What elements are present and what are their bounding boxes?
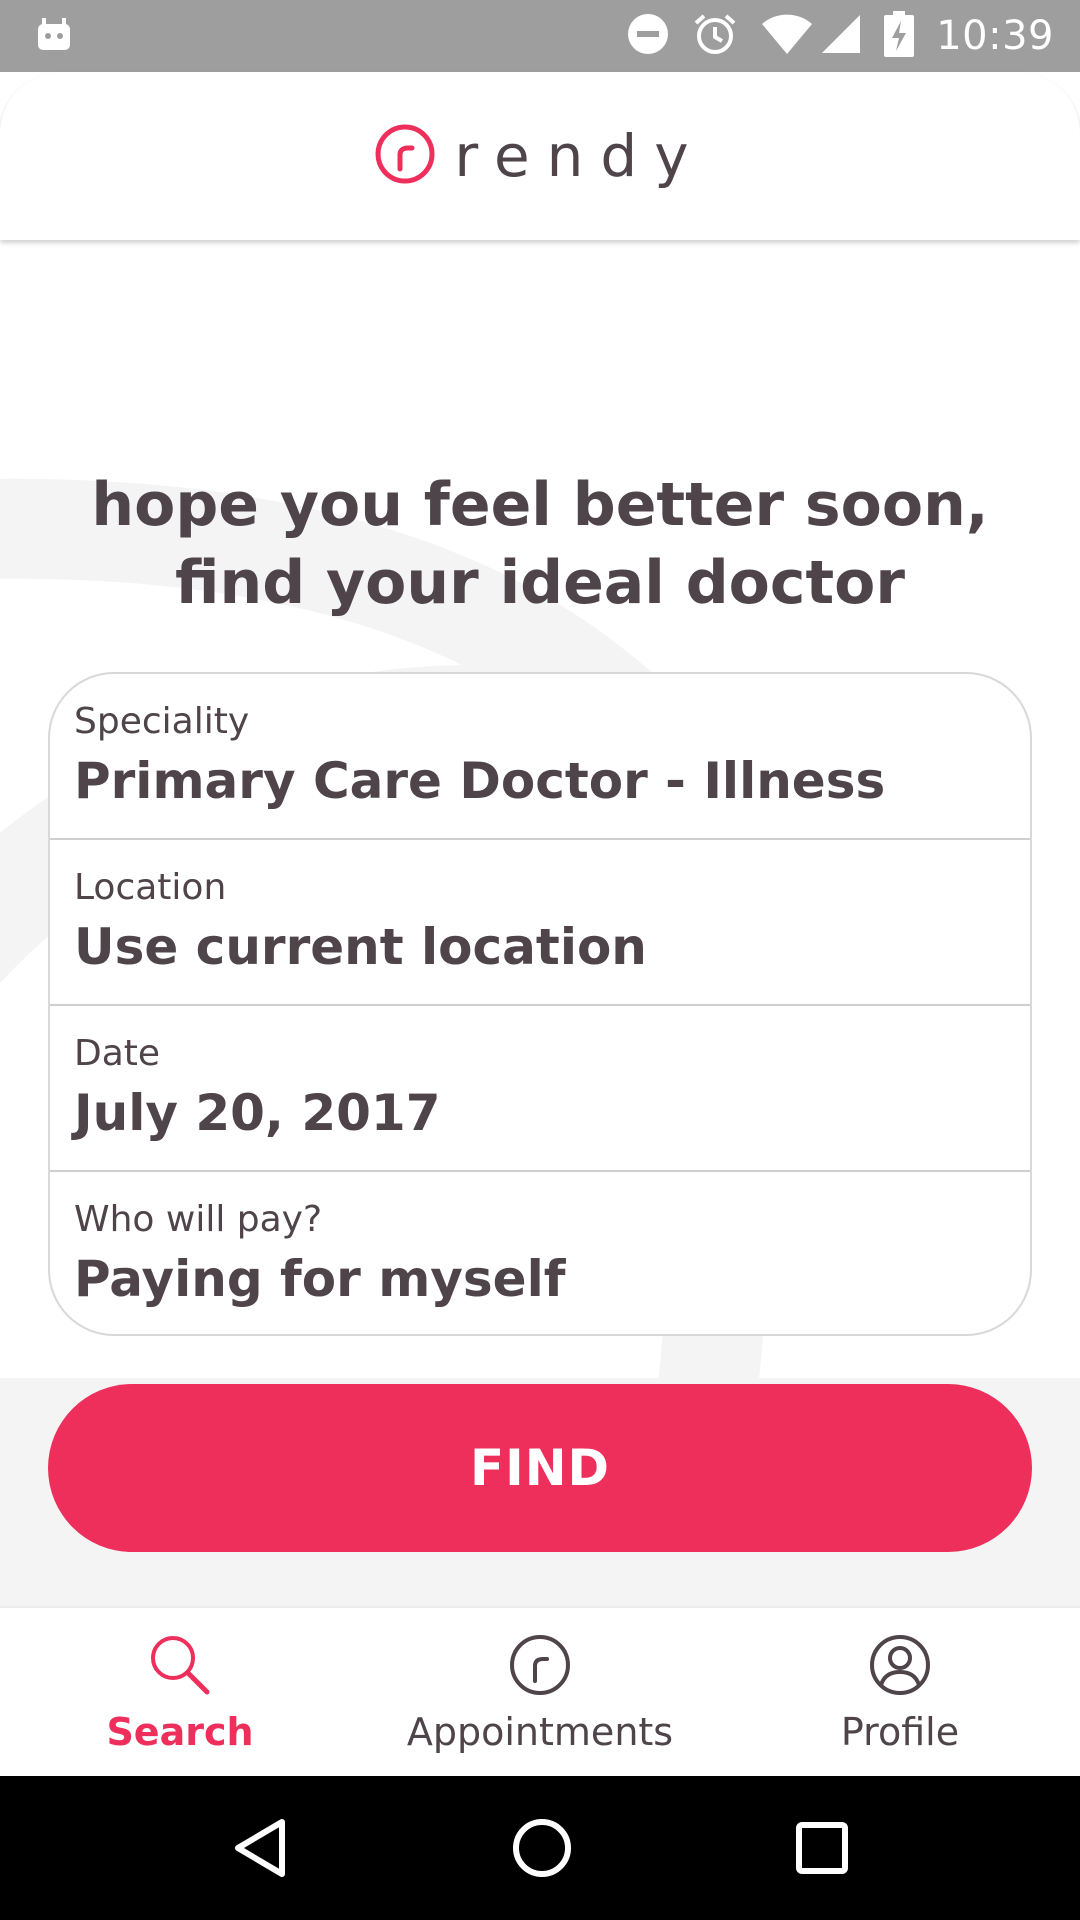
android-nav-bar [0, 1776, 1080, 1920]
rendy-logo-icon [374, 123, 436, 189]
speciality-field[interactable]: Speciality Primary Care Doctor - Illness [50, 674, 1030, 840]
brand-name: rendy [454, 122, 706, 190]
status-bar: 10:39 [0, 0, 1080, 72]
field-label: Date [74, 1033, 161, 1074]
search-form-card: Speciality Primary Care Doctor - Illness… [48, 672, 1032, 1336]
screen: 10:39 rendy hope you feel better soon, f… [0, 0, 1080, 1920]
field-label: Location [74, 867, 227, 908]
battery-charging-icon [884, 11, 915, 61]
search-icon [145, 1630, 215, 1700]
recents-icon[interactable] [794, 1820, 850, 1876]
brand: rendy [374, 122, 705, 190]
nav-item-profile[interactable]: Profile [720, 1608, 1080, 1776]
back-icon[interactable] [230, 1816, 290, 1880]
field-value: Paying for myself [74, 1250, 566, 1308]
wifi-icon [760, 12, 814, 60]
field-value: Use current location [74, 918, 647, 976]
field-label: Who will pay? [74, 1199, 323, 1240]
profile-icon [865, 1630, 935, 1700]
do-not-disturb-icon [626, 12, 670, 60]
date-field[interactable]: Date July 20, 2017 [50, 1006, 1030, 1172]
nav-label-search: Search [106, 1710, 254, 1754]
home-icon[interactable] [510, 1816, 574, 1880]
status-time: 10:39 [936, 13, 1054, 59]
find-button[interactable]: FIND [48, 1384, 1032, 1552]
bottom-nav: Search Appointments Profile [0, 1606, 1080, 1776]
alarm-icon [692, 11, 738, 61]
appointments-icon [505, 1630, 575, 1700]
nav-item-appointments[interactable]: Appointments [360, 1608, 720, 1776]
field-value: July 20, 2017 [74, 1084, 441, 1142]
nav-label-appointments: Appointments [406, 1710, 674, 1754]
location-field[interactable]: Location Use current location [50, 840, 1030, 1006]
android-notification-icon [36, 16, 72, 56]
nav-item-search[interactable]: Search [0, 1608, 360, 1776]
page-headline: hope you feel better soon, find your ide… [91, 470, 989, 618]
payer-field[interactable]: Who will pay? Paying for myself [50, 1172, 1030, 1334]
field-value: Primary Care Doctor - Illness [74, 752, 886, 810]
nav-label-profile: Profile [840, 1710, 960, 1754]
cell-signal-icon [820, 13, 862, 59]
field-label: Speciality [74, 701, 250, 742]
app-header: rendy [0, 72, 1080, 240]
